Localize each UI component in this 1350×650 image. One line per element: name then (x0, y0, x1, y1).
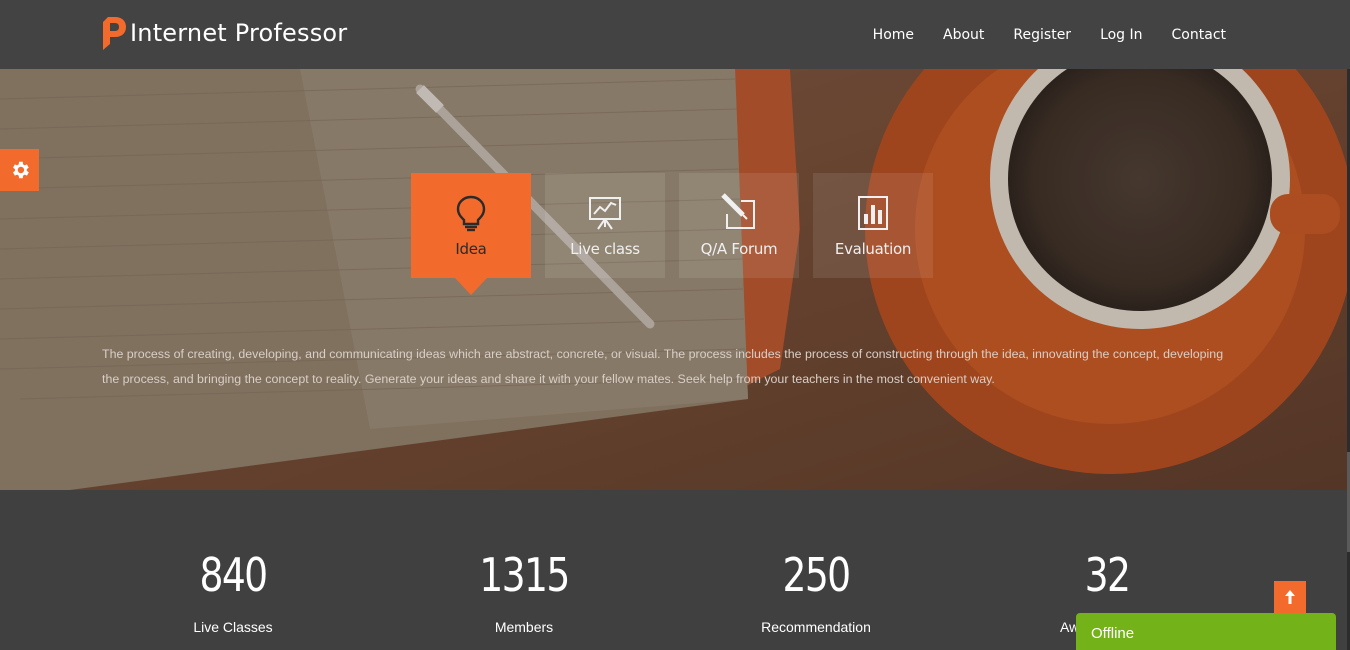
stat-value: 1315 (479, 548, 570, 602)
tab-idea[interactable]: Idea (411, 173, 531, 295)
arrow-up-icon (1285, 590, 1295, 604)
pencil-square-icon (721, 193, 755, 229)
brand-logo-link[interactable]: Internet Professor (101, 16, 347, 50)
hero-overlay (0, 69, 1347, 490)
logo-icon (103, 17, 126, 50)
tab-qa-forum[interactable]: Q/A Forum (679, 173, 799, 278)
nav-about[interactable]: About (943, 27, 984, 43)
stat-value: 250 (782, 548, 851, 602)
chat-status: Offline (1091, 625, 1135, 642)
feature-tabs: Idea Live class Q/A Forum Evaluation (411, 173, 947, 295)
tab-idea-label: Idea (455, 240, 487, 258)
nav-contact[interactable]: Contact (1172, 27, 1226, 43)
presentation-board-icon (589, 197, 621, 230)
nav-home[interactable]: Home (873, 27, 914, 43)
lightbulb-icon (456, 195, 486, 232)
nav-register[interactable]: Register (1013, 27, 1071, 43)
stat-live-classes: 840 Live Classes (133, 548, 333, 635)
stat-label: Recommendation (761, 619, 871, 635)
tab-evaluation[interactable]: Evaluation (813, 173, 933, 278)
settings-toggle[interactable] (0, 149, 39, 191)
tab-description: The process of creating, developing, and… (102, 347, 1224, 386)
navbar: Internet Professor Home About Register L… (0, 0, 1350, 70)
stat-value: 840 (199, 548, 268, 602)
tab-live-class[interactable]: Live class (545, 173, 665, 278)
stat-value: 32 (1084, 548, 1131, 602)
stat-label: Members (494, 619, 554, 635)
stat-label: Live Classes (193, 619, 273, 635)
nav-login[interactable]: Log In (1100, 27, 1142, 43)
tab-live-class-label: Live class (570, 240, 640, 258)
stat-recommendation: 250 Recommendation (716, 548, 916, 635)
tab-evaluation-label: Evaluation (834, 240, 912, 258)
gear-icon (12, 161, 29, 179)
stat-members: 1315 Members (424, 548, 624, 635)
brand-name: Internet Professor (130, 19, 348, 47)
chat-widget[interactable]: Offline (1076, 613, 1336, 650)
bar-chart-icon (858, 196, 888, 230)
hero-section (0, 69, 1347, 490)
main-nav: Home About Register Log In Contact (844, 27, 1226, 43)
back-to-top-button[interactable] (1274, 581, 1306, 613)
tab-qa-forum-label: Q/A Forum (700, 240, 778, 258)
